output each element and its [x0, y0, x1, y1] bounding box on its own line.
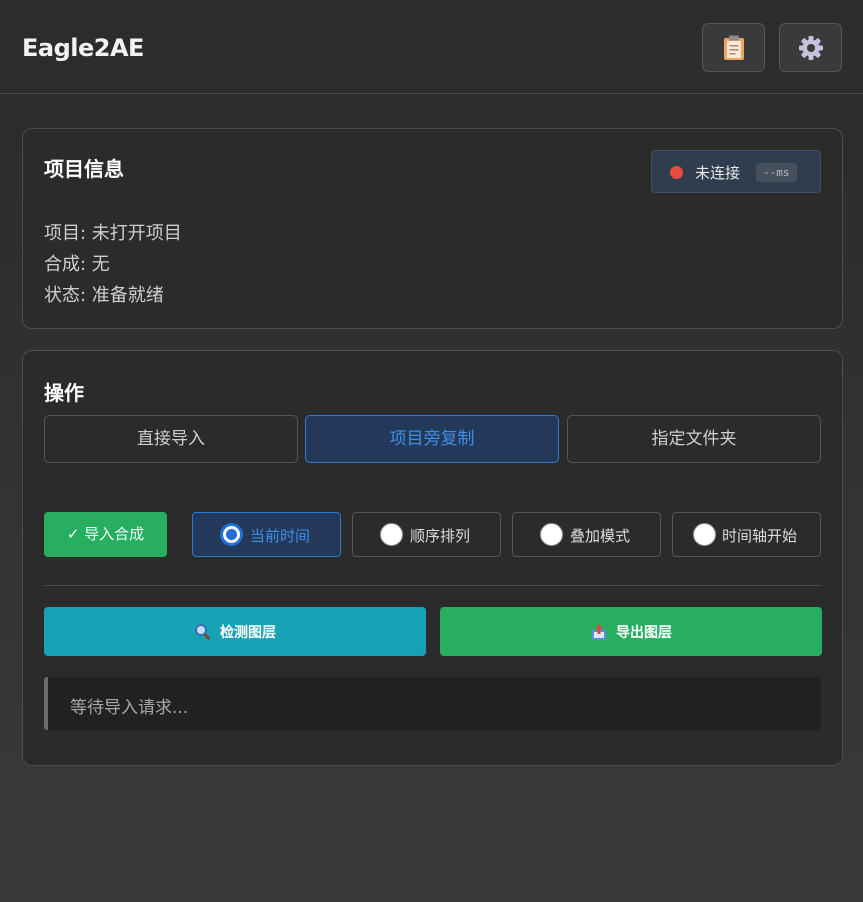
project-line: 项目: 未打开项目	[44, 223, 182, 244]
export-layers-button[interactable]: 导出图层	[440, 607, 822, 656]
radio-empty-icon	[540, 523, 563, 546]
gear-icon	[798, 35, 823, 60]
radio-selected-icon	[220, 523, 243, 546]
radio-label: 叠加模式	[570, 527, 631, 545]
export-box-icon	[592, 623, 606, 640]
project-info-title: 项目信息	[44, 157, 124, 181]
latency-badge: --ms	[756, 163, 797, 182]
project-info-card: 项目信息 未连接 --ms 项目: 未打开项目 合成: 无 状态: 准备就绪	[22, 128, 843, 329]
status-dot-icon	[670, 166, 683, 179]
app-header: Eagle2AE	[0, 0, 863, 94]
tab-specified-folder[interactable]: 指定文件夹	[567, 415, 821, 463]
status-message: 等待导入请求...	[70, 698, 189, 718]
operations-title: 操作	[44, 381, 84, 405]
radio-sequential[interactable]: 顺序排列	[352, 512, 501, 557]
detect-layers-button[interactable]: 检测图层	[44, 607, 426, 656]
state-line: 状态: 准备就绪	[44, 285, 164, 306]
composition-line: 合成: 无	[44, 254, 110, 275]
tab-copy-beside-project[interactable]: 项目旁复制	[305, 415, 559, 463]
connection-status-text: 未连接	[695, 164, 741, 182]
operations-card: 操作 直接导入 项目旁复制 指定文件夹 ✓ 导入合成 当前时间 顺序排列 叠加模…	[22, 350, 843, 766]
detect-layers-label: 检测图层	[220, 624, 276, 641]
magnifier-icon	[195, 623, 211, 640]
tab-direct-import[interactable]: 直接导入	[44, 415, 298, 463]
radio-current-time[interactable]: 当前时间	[192, 512, 341, 557]
clipboard-button[interactable]	[702, 23, 765, 72]
status-log: 等待导入请求...	[44, 677, 821, 730]
clipboard-icon	[723, 35, 744, 60]
import-composition-button[interactable]: ✓ 导入合成	[44, 512, 167, 557]
radio-timeline-start[interactable]: 时间轴开始	[672, 512, 821, 557]
app-title: Eagle2AE	[22, 34, 144, 62]
radio-label: 时间轴开始	[722, 527, 798, 545]
settings-button[interactable]	[779, 23, 842, 72]
radio-overlay-mode[interactable]: 叠加模式	[512, 512, 661, 557]
divider	[44, 585, 821, 586]
export-layers-label: 导出图层	[616, 624, 672, 641]
radio-label: 当前时间	[250, 527, 311, 545]
radio-empty-icon	[693, 523, 716, 546]
connection-status[interactable]: 未连接 --ms	[651, 150, 821, 193]
radio-empty-icon	[380, 523, 403, 546]
radio-label: 顺序排列	[410, 527, 471, 545]
